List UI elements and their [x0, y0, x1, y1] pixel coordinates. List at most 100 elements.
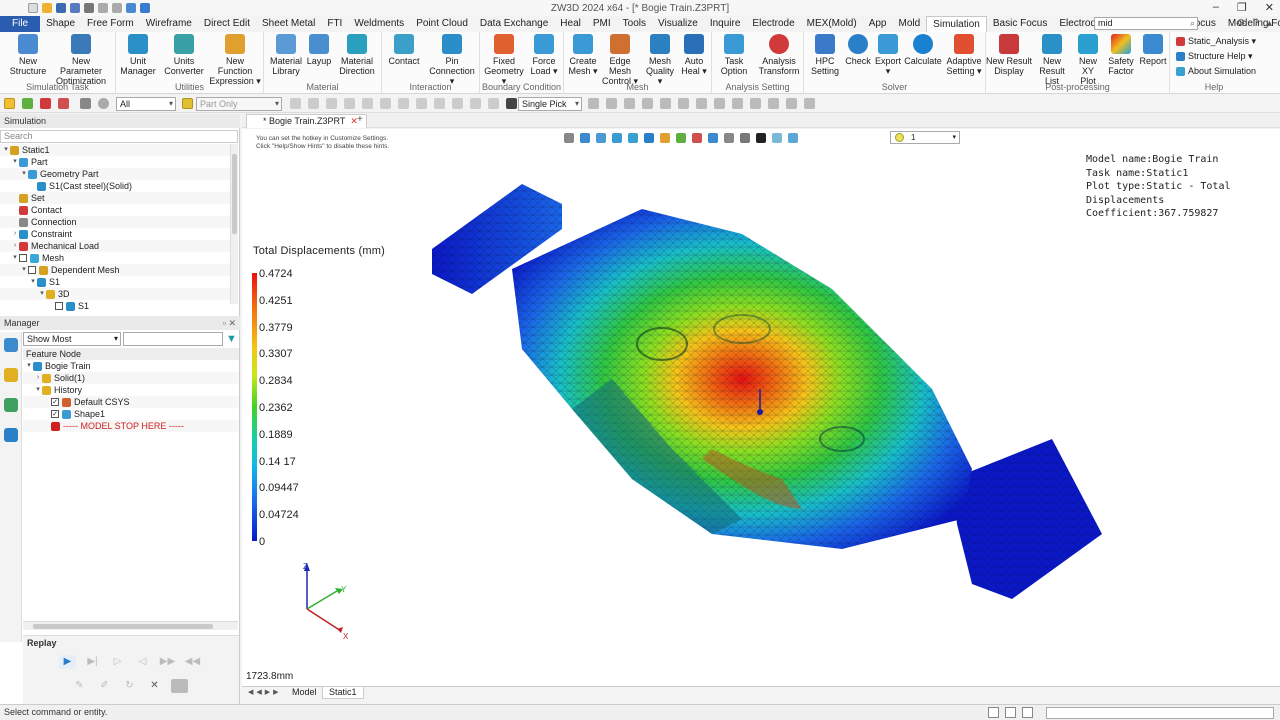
- tree-row[interactable]: ▾ Static1: [0, 144, 230, 156]
- edit-icon[interactable]: ✐: [96, 679, 113, 693]
- play-icon[interactable]: ▶: [59, 655, 76, 669]
- view-tool-icon[interactable]: [740, 133, 750, 143]
- view-mode-icon[interactable]: [1005, 707, 1016, 718]
- pick-option-icon[interactable]: [308, 98, 319, 109]
- view-mode-icon[interactable]: [1022, 707, 1033, 718]
- view-tool-icon[interactable]: [580, 133, 590, 143]
- tab-mold[interactable]: Mold: [892, 16, 926, 32]
- tree-row[interactable]: ▾ Mesh: [0, 252, 230, 264]
- show-most-dropdown[interactable]: Show Most ▾: [23, 332, 121, 346]
- view-tool-icon[interactable]: [644, 133, 654, 143]
- new-result-display-button[interactable]: New Result Display: [986, 34, 1032, 76]
- snap-icon[interactable]: [678, 98, 689, 109]
- tree-row[interactable]: Shape1: [23, 408, 239, 420]
- snap-icon[interactable]: [624, 98, 635, 109]
- tab-app[interactable]: App: [863, 16, 893, 32]
- pick-option-icon[interactable]: [380, 98, 391, 109]
- expand-toggle-icon[interactable]: ▾: [2, 144, 10, 156]
- snap-icon[interactable]: [768, 98, 779, 109]
- tree-row[interactable]: Connection: [0, 216, 230, 228]
- pin-connection-button[interactable]: Pin Connection ▾: [426, 34, 478, 86]
- minimize-button[interactable]: –: [1213, 1, 1219, 14]
- undo-icon[interactable]: [98, 3, 108, 13]
- snap-icon[interactable]: [786, 98, 797, 109]
- pick-option-icon[interactable]: [290, 98, 301, 109]
- run-icon[interactable]: [140, 3, 150, 13]
- tree-row[interactable]: › Constraint: [0, 228, 230, 240]
- analysis-transform-button[interactable]: Analysis Transform: [756, 34, 802, 76]
- tree-row[interactable]: ▾ Geometry Part: [0, 168, 230, 180]
- tab-nav-arrows[interactable]: ◀◀▶▶: [248, 687, 282, 698]
- pick-option-icon[interactable]: [416, 98, 427, 109]
- manager-filter-input[interactable]: [123, 332, 223, 346]
- tab-file[interactable]: File: [0, 16, 41, 32]
- fea-result-model[interactable]: [412, 179, 1112, 619]
- safety-factor-button[interactable]: Safety Factor: [1106, 34, 1136, 76]
- tab-data-exchange[interactable]: Data Exchange: [474, 16, 554, 32]
- expand-toggle-icon[interactable]: ▾: [38, 288, 46, 300]
- graphics-viewport[interactable]: You can set the hotkey in Customize Sett…: [242, 129, 1280, 686]
- document-tab[interactable]: * Bogie Train.Z3PRT ✕: [246, 114, 367, 128]
- tree-row[interactable]: ▾ Part: [0, 156, 230, 168]
- expand-toggle-icon[interactable]: ▾: [20, 168, 28, 180]
- tab-heal[interactable]: Heal: [554, 16, 587, 32]
- tool-icon[interactable]: ✎: [71, 679, 88, 693]
- manager-hscrollbar[interactable]: [23, 621, 238, 630]
- calculate-button[interactable]: Calculate: [904, 34, 942, 66]
- history-icon[interactable]: [3, 338, 18, 352]
- view-tool-icon[interactable]: [596, 133, 606, 143]
- stop-icon[interactable]: [171, 679, 188, 693]
- simulation-search-input[interactable]: Search: [0, 130, 238, 143]
- expand-toggle-icon[interactable]: ›: [11, 240, 19, 252]
- part-only-dropdown[interactable]: Part Only ▾: [196, 97, 282, 111]
- tree-row[interactable]: Set: [0, 192, 230, 204]
- tab-mex-mold[interactable]: MEX(Mold): [801, 16, 863, 32]
- save-as-icon[interactable]: [70, 3, 80, 13]
- pick-option-icon[interactable]: [488, 98, 499, 109]
- tab-basic-focus[interactable]: Basic Focus: [987, 16, 1053, 32]
- settings-icon[interactable]: ⚙: [1236, 18, 1245, 29]
- report-button[interactable]: Report: [1138, 34, 1168, 66]
- view-tool-icon[interactable]: [628, 133, 638, 143]
- open-folder-icon[interactable]: [42, 3, 52, 13]
- visibility-checkbox[interactable]: [19, 254, 27, 262]
- tree-row[interactable]: ▾ Dependent Mesh: [0, 264, 230, 276]
- view-tool-icon[interactable]: [692, 133, 702, 143]
- snap-icon[interactable]: [804, 98, 815, 109]
- regen-icon[interactable]: [126, 3, 136, 13]
- fixed-geometry-button[interactable]: Fixed Geometry ▾: [484, 34, 524, 86]
- tree-row[interactable]: Default CSYS: [23, 396, 239, 408]
- pick-option-icon[interactable]: [452, 98, 463, 109]
- structure-help-dropdown[interactable]: Structure Help ▾: [1176, 51, 1253, 62]
- expand-toggle-icon[interactable]: ▾: [34, 384, 42, 396]
- tree-row[interactable]: S1: [0, 300, 230, 312]
- new-function-expression-button[interactable]: New Function Expression ▾: [208, 34, 262, 86]
- close-button[interactable]: ✕: [1265, 1, 1274, 14]
- tab-pmi[interactable]: PMI: [587, 16, 617, 32]
- expand-toggle-icon[interactable]: ▾: [25, 360, 33, 372]
- tab-sheet-metal[interactable]: Sheet Metal: [256, 16, 321, 32]
- view-tool-icon[interactable]: [788, 133, 798, 143]
- visibility-checkbox[interactable]: [51, 410, 59, 418]
- tab-static1[interactable]: Static1: [322, 687, 364, 699]
- tree-row[interactable]: ▾ Bogie Train: [23, 360, 239, 372]
- view-tool-icon[interactable]: [756, 133, 766, 143]
- pick-option-icon[interactable]: [398, 98, 409, 109]
- filter-dropdown[interactable]: All ▾: [116, 97, 176, 111]
- layers-icon[interactable]: [3, 368, 18, 382]
- new-file-icon[interactable]: [28, 3, 38, 13]
- expand-toggle-icon[interactable]: ▾: [20, 264, 28, 276]
- pick-mode-icon[interactable]: [4, 98, 15, 109]
- filter-icon[interactable]: ▼: [226, 333, 237, 345]
- expand-toggle-icon[interactable]: ▾: [29, 276, 37, 288]
- part-only-icon[interactable]: [182, 98, 193, 109]
- scrollbar-thumb[interactable]: [232, 154, 237, 234]
- tree-row[interactable]: Contact: [0, 204, 230, 216]
- task-option-button[interactable]: Task Option: [716, 34, 752, 76]
- tab-simulation[interactable]: Simulation: [926, 16, 987, 32]
- visibility-checkbox[interactable]: [55, 302, 63, 310]
- view-tool-icon[interactable]: [660, 133, 670, 143]
- tree-row[interactable]: › Solid(1): [23, 372, 239, 384]
- snap-icon[interactable]: [696, 98, 707, 109]
- snap-icon[interactable]: [588, 98, 599, 109]
